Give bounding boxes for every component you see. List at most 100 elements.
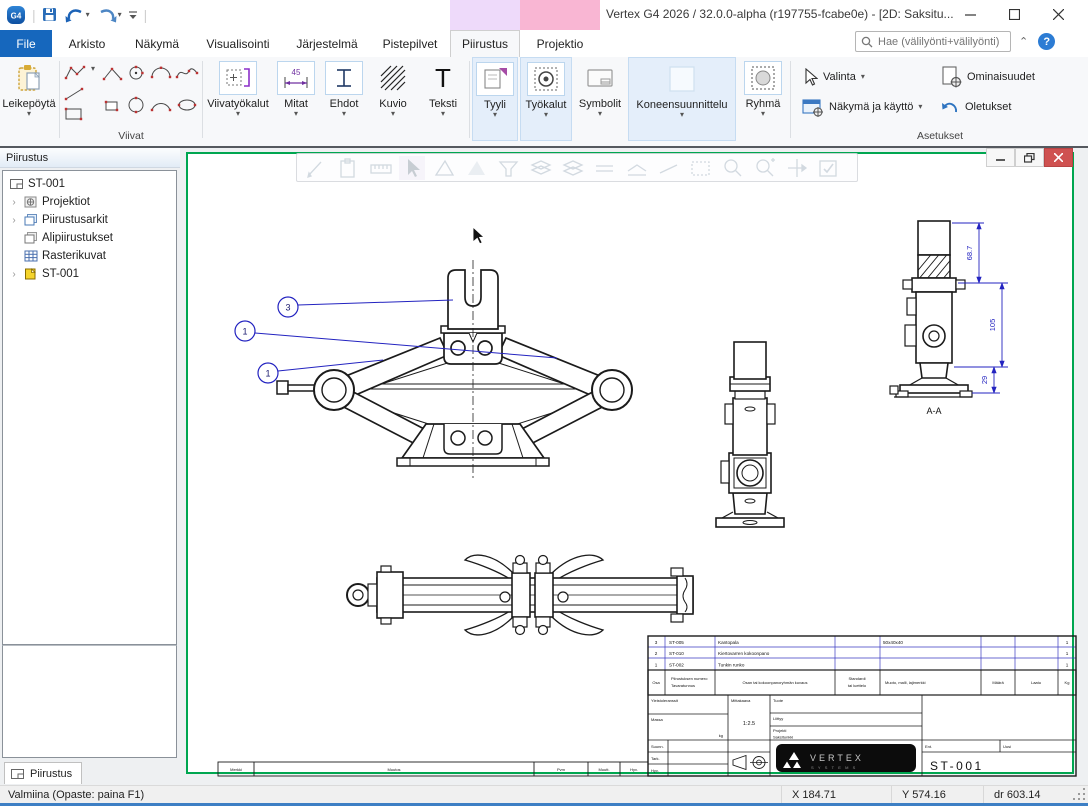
svg-text:G4: G4 (11, 12, 22, 21)
tab-piirustus[interactable]: Piirustus (450, 30, 520, 57)
tree-item-projektiot[interactable]: › Projektiot (3, 193, 176, 211)
statusbar: Valmiina (Opaste: paina F1) X 184.71 Y 5… (0, 785, 1088, 806)
tree-item-piirustusarkit[interactable]: › Piirustusarkit (3, 211, 176, 229)
arc-tool-icon[interactable] (149, 95, 175, 115)
help-button[interactable]: ? (1038, 33, 1055, 50)
expand-chevron-icon[interactable]: › (9, 269, 19, 280)
redo-button[interactable]: ▾ (96, 4, 122, 26)
circle-tool-icon[interactable] (125, 95, 149, 115)
chevron-down-icon[interactable]: ▾ (86, 11, 90, 19)
properties-button[interactable]: Ominaisuudet (940, 65, 1035, 89)
circle-center-tool-icon[interactable] (125, 63, 149, 83)
filled-rectangle-tool-icon[interactable] (101, 97, 125, 115)
section-dimensions[interactable]: 68.7 105 29 (952, 223, 1008, 393)
expand-chevron-icon[interactable]: › (9, 215, 19, 226)
save-button[interactable] (42, 4, 58, 26)
faint-zoom-icon (725, 160, 741, 176)
ribbon-button-mitat[interactable]: 45 Mitat ▾ (273, 57, 319, 141)
tab-file[interactable]: File (0, 30, 52, 57)
mdi-restore-button[interactable] (1015, 148, 1044, 167)
search-input[interactable] (878, 36, 1003, 48)
window-maximize-button[interactable] (992, 0, 1036, 28)
balloon-3[interactable]: 3 (285, 303, 290, 313)
projection-symbol-icon (733, 756, 768, 770)
window-close-button[interactable] (1036, 0, 1080, 28)
tree-item-st001-model[interactable]: › ST-001 (3, 265, 176, 283)
ribbon-button-symbolit[interactable]: Symbolit ▾ (574, 57, 626, 141)
rectangle-tool-icon[interactable] (63, 105, 87, 123)
tab-projektio[interactable]: Projektio (520, 30, 600, 57)
select-button[interactable]: Valinta ▾ (802, 65, 865, 89)
view-and-usage-button[interactable]: Näkymä ja käyttö ▾ (802, 95, 922, 119)
polyline-tool-icon[interactable] (63, 63, 89, 83)
mdi-minimize-button[interactable] (986, 148, 1015, 167)
app-logo-icon[interactable]: G4 (6, 4, 26, 26)
tree-item-rasterikuvat[interactable]: Rasterikuvat (3, 247, 176, 265)
style-icon (476, 62, 514, 96)
search-input-wrap[interactable] (855, 31, 1011, 52)
ribbon-button-viivatyokalut[interactable]: Viivatyökalut ▾ (205, 57, 271, 141)
front-view[interactable] (277, 260, 632, 480)
balloon-1b[interactable]: 1 (265, 369, 270, 379)
expand-chevron-icon[interactable]: › (9, 197, 19, 208)
faint-pencil-icon (308, 162, 321, 177)
ribbon-button-tyokalut[interactable]: Työkalut ▾ (520, 57, 572, 141)
section-view[interactable]: A-A (890, 221, 972, 416)
faint-triangle2-icon (468, 161, 485, 175)
line-tool-icon[interactable] (63, 85, 87, 103)
tab-visualisointi[interactable]: Visualisointi (192, 30, 284, 57)
dimension-29[interactable]: 29 (980, 376, 989, 384)
spline-tool-icon[interactable] (175, 63, 201, 83)
tree-item-alipiirustukset[interactable]: Alipiirustukset (3, 229, 176, 247)
top-view[interactable] (347, 555, 693, 635)
floating-toolbar[interactable] (296, 153, 858, 182)
search-area: ⌃ ? (855, 31, 1055, 52)
arc-3point-tool-icon[interactable] (149, 63, 175, 83)
ribbon-button-ehdot[interactable]: Ehdot ▾ (321, 57, 367, 141)
tab-jarjestelma[interactable]: Järjestelmä (284, 30, 370, 57)
faint-ruler-icon (371, 165, 391, 173)
dimension-68-7[interactable]: 68.7 (965, 246, 974, 261)
svg-text:Kantopala: Kantopala (718, 640, 739, 645)
balloon-1a[interactable]: 1 (242, 327, 247, 337)
ribbon-button-tyyli[interactable]: Tyyli ▾ (472, 57, 518, 141)
status-dr-value: dr 603.14 (983, 786, 1073, 803)
defaults-button[interactable]: Oletukset (940, 95, 1011, 119)
search-icon (861, 36, 873, 48)
chevron-down-icon: ▾ (27, 110, 31, 118)
undo-button[interactable]: ▾ (64, 4, 90, 26)
drawing-tree[interactable]: ST-001 › Projektiot › Piirustusarkit Ali… (2, 170, 177, 645)
ellipse-tool-icon[interactable] (175, 95, 201, 115)
side-view[interactable] (716, 342, 784, 527)
svg-text:50x40x40: 50x40x40 (883, 640, 903, 645)
clipboard-button[interactable]: Leikepöytä ▾ (1, 57, 57, 141)
resize-grip[interactable] (1073, 788, 1087, 802)
svg-text:Osan tai kokoonpanoryhmän kuva: Osan tai kokoonpanoryhmän kuvaus (743, 680, 808, 685)
chevron-down-icon[interactable]: ▾ (91, 65, 95, 73)
ribbon-button-teksti[interactable]: T Teksti ▾ (419, 57, 467, 141)
chevron-down-icon[interactable]: ▾ (118, 11, 122, 19)
properties-label: Ominaisuudet (967, 71, 1035, 83)
tree-item-st001-root[interactable]: ST-001 (3, 175, 176, 193)
collapse-ribbon-button[interactable]: ⌃ (1019, 35, 1028, 48)
window-minimize-button[interactable] (948, 0, 992, 28)
dimension-105[interactable]: 105 (988, 319, 997, 332)
tab-pistepilvet[interactable]: Pistepilvet (370, 30, 450, 57)
svg-text:Merkki: Merkki (230, 767, 242, 772)
faint-move-icon (788, 159, 806, 177)
sidebar-bottom-tab-piirustus[interactable]: Piirustus (4, 762, 82, 784)
faint-layers2-icon (564, 161, 582, 175)
drawing-region: 3 1 1 (182, 148, 1082, 785)
ribbon-button-kuvio[interactable]: Kuvio ▾ (369, 57, 417, 141)
angle-line-tool-icon[interactable] (101, 65, 125, 83)
chevron-down-icon: ▾ (441, 110, 445, 118)
customize-quick-access-button[interactable] (128, 4, 138, 26)
chevron-down-icon: ▾ (391, 110, 395, 118)
mdi-close-button[interactable] (1044, 148, 1073, 167)
ribbon-button-koneensuunnittelu[interactable]: Koneensuunnittelu ▾ (628, 57, 736, 141)
faint-filter-icon (500, 162, 517, 176)
tab-arkisto[interactable]: Arkisto (52, 30, 122, 57)
section-label: A-A (926, 406, 941, 416)
ribbon-button-ryhma[interactable]: Ryhmä ▾ (738, 57, 788, 141)
tab-nakyma[interactable]: Näkymä (122, 30, 192, 57)
